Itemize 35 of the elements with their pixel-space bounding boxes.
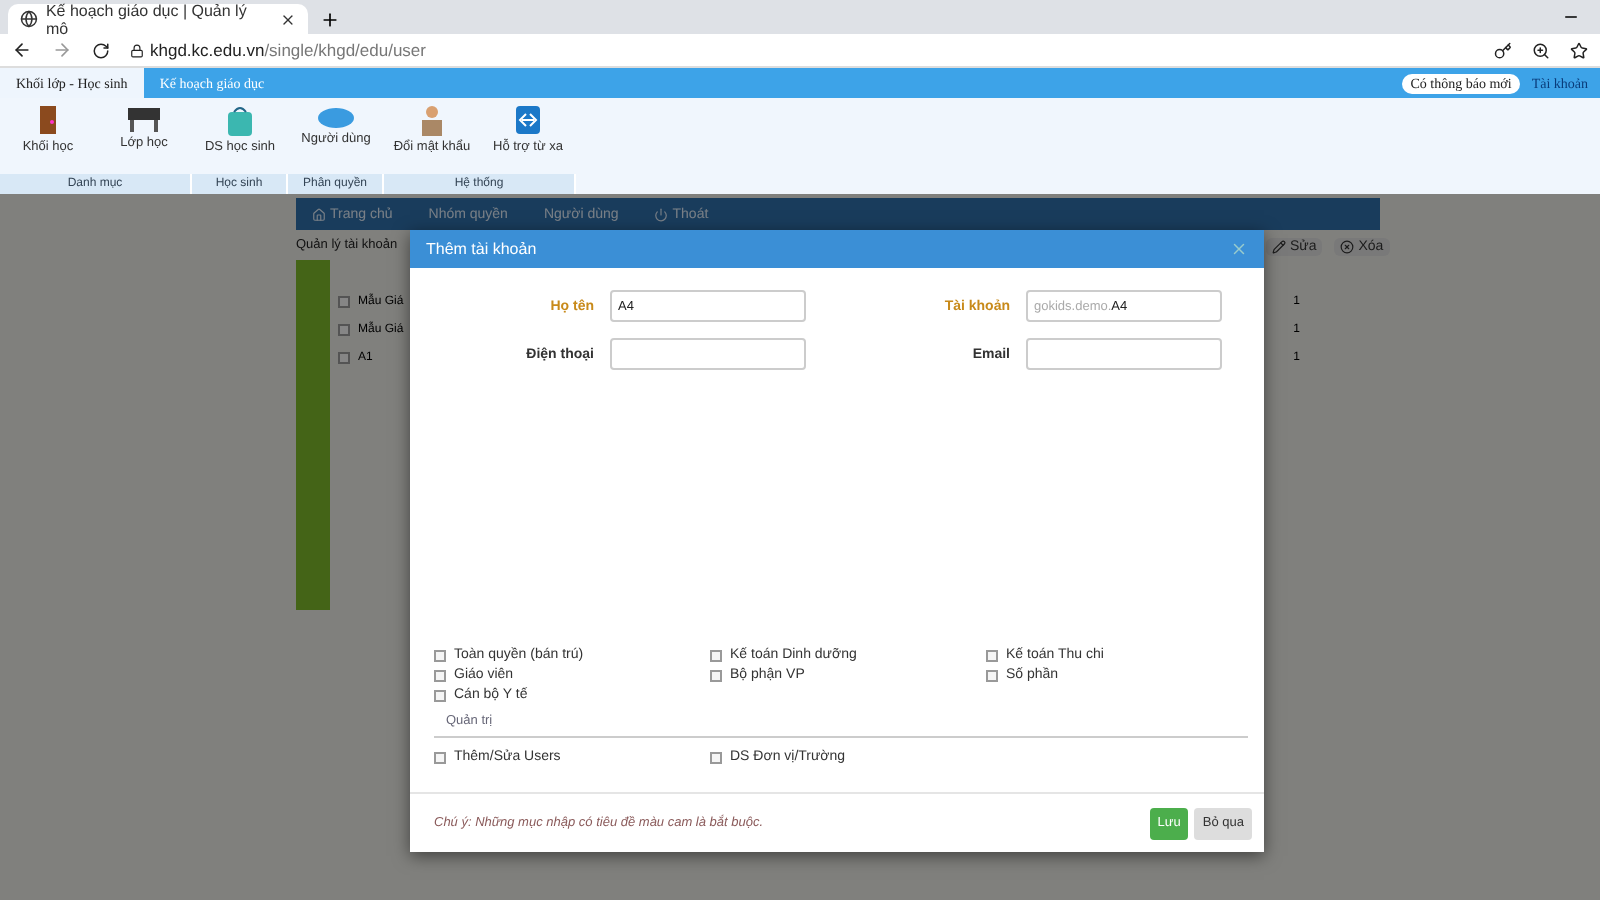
- reload-icon[interactable]: [92, 41, 110, 59]
- checkbox[interactable]: [338, 324, 350, 336]
- desk-icon: [126, 104, 162, 132]
- key-icon[interactable]: [1494, 41, 1512, 59]
- checkbox[interactable]: [434, 689, 446, 701]
- bag-icon: [226, 104, 254, 136]
- checkbox[interactable]: [434, 669, 446, 681]
- close-icon[interactable]: [280, 11, 296, 27]
- input-field[interactable]: [610, 338, 806, 370]
- address-bar[interactable]: khgd.kc.edu.vn/single/khgd/edu/user: [130, 40, 1474, 60]
- power-icon: [654, 207, 669, 221]
- checkbox[interactable]: [986, 649, 998, 661]
- zoom-icon[interactable]: [1532, 41, 1550, 59]
- home-icon: [312, 207, 326, 221]
- checkbox[interactable]: [434, 751, 446, 763]
- checkbox[interactable]: [338, 352, 350, 364]
- new-tab-icon[interactable]: [320, 10, 340, 30]
- circle-x-icon: [1340, 240, 1355, 254]
- checkbox[interactable]: [434, 649, 446, 661]
- back-icon[interactable]: [12, 40, 32, 60]
- checkbox[interactable]: [710, 649, 722, 661]
- remote-support-icon: [514, 104, 542, 136]
- door-icon: [38, 104, 58, 136]
- input-field[interactable]: [1026, 338, 1222, 370]
- globe-icon: [20, 10, 38, 28]
- cloud-icon: [316, 104, 356, 128]
- forward-icon[interactable]: [52, 40, 72, 60]
- checkbox[interactable]: [338, 296, 350, 308]
- browser-tab[interactable]: Kế hoạch giáo dục | Quản lý mô: [8, 4, 308, 34]
- checkbox[interactable]: [710, 669, 722, 681]
- dialog-title: Thêm tài khoản: [426, 240, 537, 258]
- checkbox[interactable]: [986, 669, 998, 681]
- checkbox[interactable]: [710, 751, 722, 763]
- star-icon[interactable]: [1570, 41, 1588, 59]
- pencil-icon: [1272, 240, 1286, 254]
